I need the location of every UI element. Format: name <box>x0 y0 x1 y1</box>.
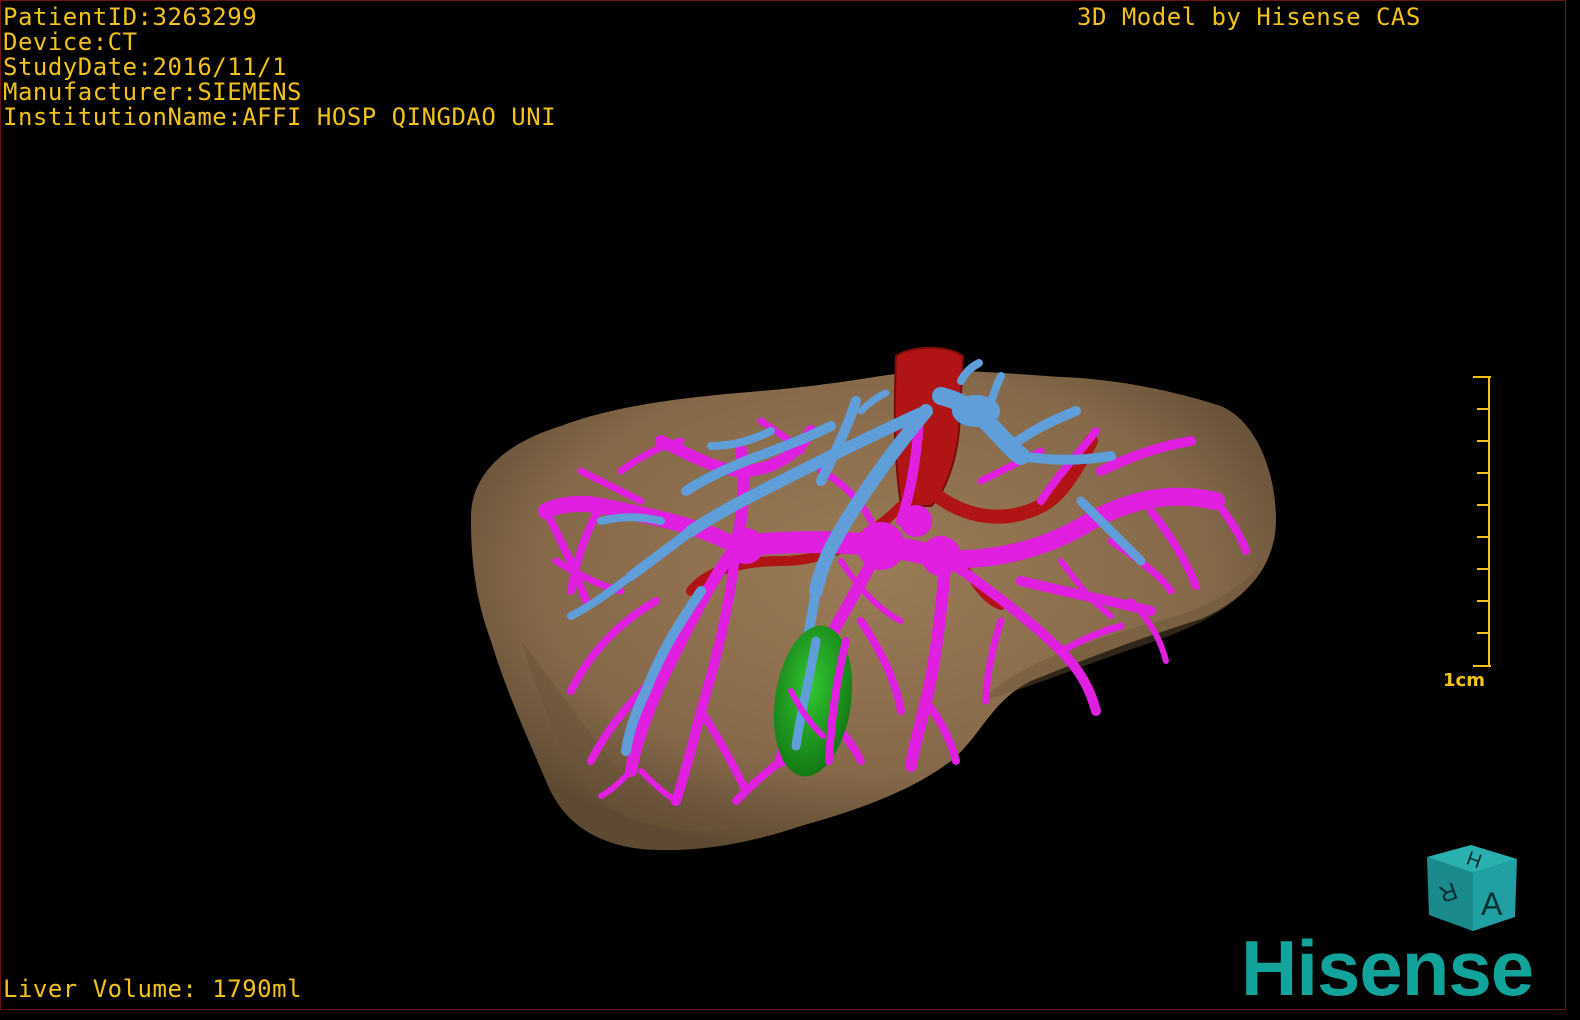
3d-viewport[interactable]: PatientID:3263299 Device:CT StudyDate:20… <box>0 0 1566 1010</box>
hepatic-vein-junction <box>952 395 1000 427</box>
hisense-logo: Hisense <box>1241 924 1534 1010</box>
manufacturer-label: Manufacturer:SIEMENS <box>3 78 302 106</box>
liver-3d-model[interactable] <box>1 1 1566 1010</box>
patient-id-label: PatientID:3263299 <box>3 3 258 31</box>
orientation-cube[interactable]: A H R <box>1419 839 1523 935</box>
patient-info: PatientID:3263299 Device:CT StudyDate:20… <box>3 5 556 130</box>
cube-front-label: A <box>1481 886 1503 922</box>
study-date-label: StudyDate:2016/11/1 <box>3 53 288 81</box>
device-label: Device:CT <box>3 28 138 56</box>
liver-volume-label: Liver Volume: 1790ml <box>3 975 302 1003</box>
scale-label: 1cm <box>1443 670 1485 691</box>
model-caption: 3D Model by Hisense CAS <box>1077 3 1421 31</box>
institution-label: InstitutionName:AFFI HOSP QINGDAO UNI <box>3 103 557 131</box>
scale-bar <box>1473 376 1491 667</box>
